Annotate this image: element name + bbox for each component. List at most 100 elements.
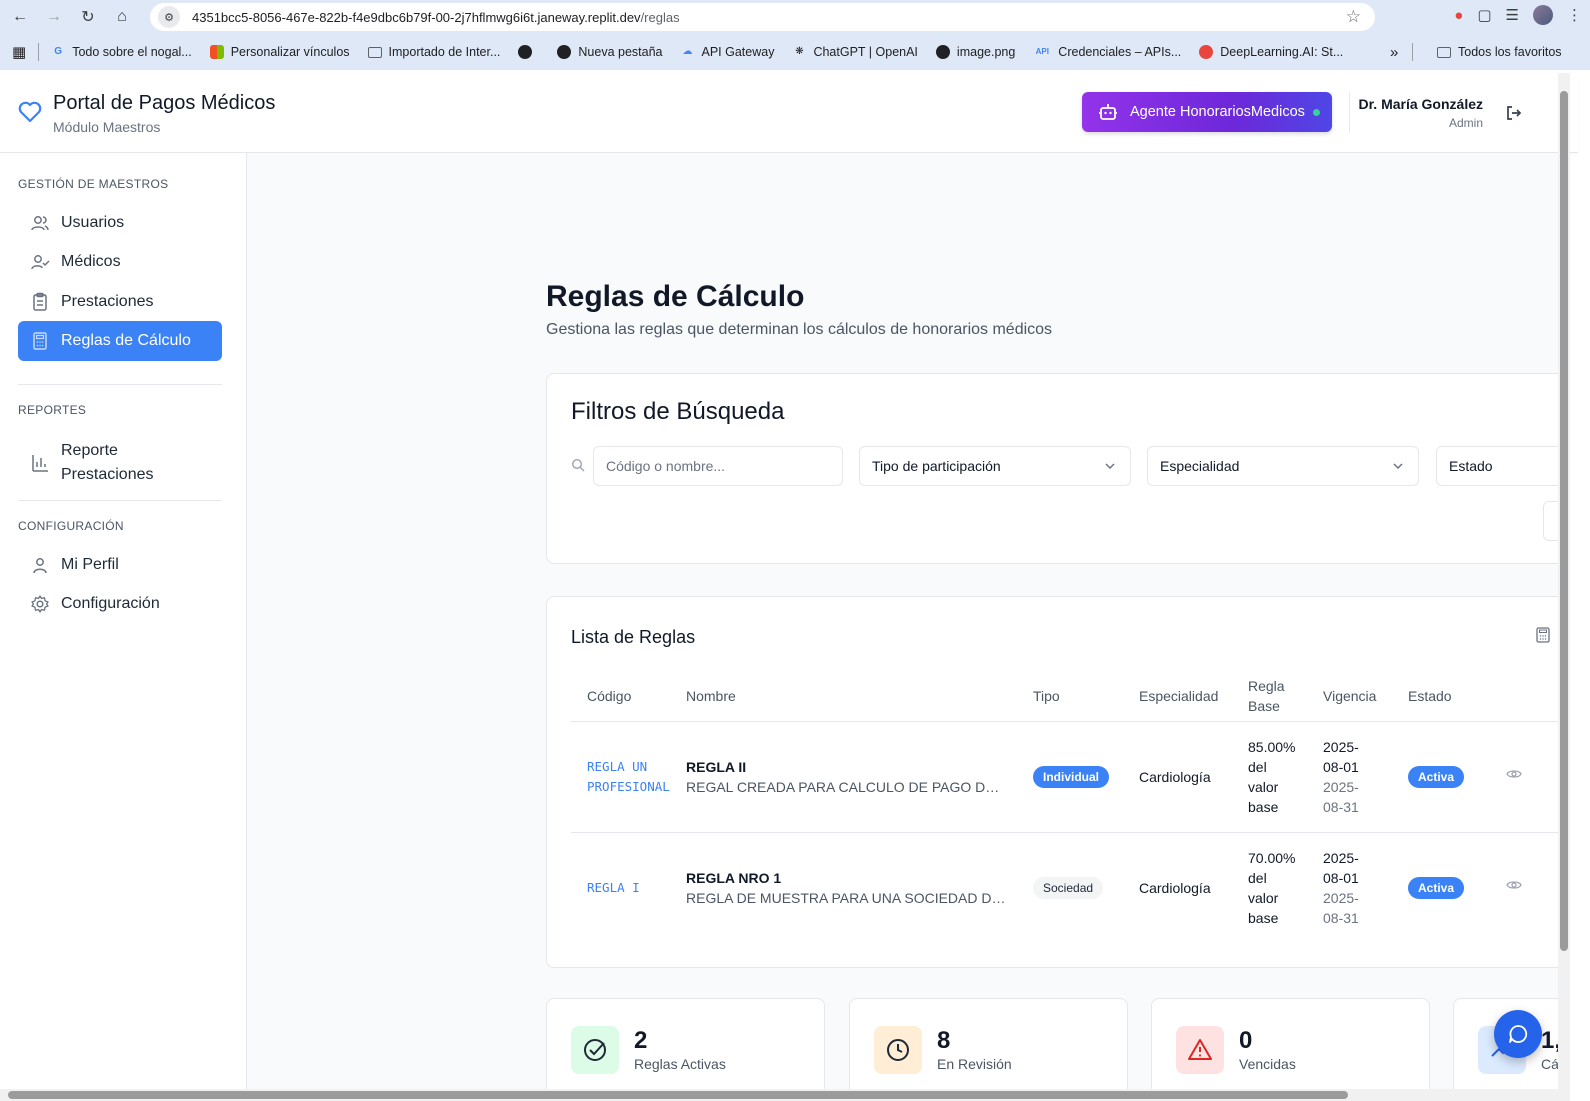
- search-icon: [571, 458, 585, 472]
- more-bookmarks-icon[interactable]: »: [1390, 44, 1398, 61]
- rule-code[interactable]: REGLA UN PROFESIONAL: [571, 721, 686, 833]
- folder-icon: [367, 46, 382, 58]
- bookmark-item[interactable]: G Todo sobre el nogal...: [51, 45, 191, 59]
- bookmark-star-icon[interactable]: ☆: [1346, 7, 1361, 27]
- rules-list-card: Lista de Reglas Código Nombre Tipo Espec…: [546, 596, 1558, 968]
- rule-code[interactable]: REGLA I: [571, 832, 686, 943]
- users-icon: [31, 216, 49, 231]
- sidebar-item-reglas[interactable]: Reglas de Cálculo: [18, 321, 222, 361]
- horizontal-scrollbar[interactable]: [0, 1089, 1558, 1101]
- chat-bubble-icon: [1509, 1025, 1528, 1043]
- globe-icon: [518, 45, 533, 59]
- rules-list-title: Lista de Reglas: [571, 627, 696, 647]
- bookmark-item[interactable]: ☁ API Gateway: [681, 45, 775, 59]
- stat-label: Reglas Activas: [634, 1056, 726, 1072]
- openai-icon: ❋: [795, 46, 804, 57]
- site-info-icon[interactable]: ⚙: [158, 6, 180, 28]
- rules-table: Código Nombre Tipo Especialidad Regla Ba…: [571, 671, 1558, 943]
- main-content: Reglas de Cálculo Gestiona las reglas qu…: [247, 153, 1558, 1101]
- tipo-badge: Individual: [1033, 765, 1110, 788]
- scrollbar-thumb[interactable]: [1560, 91, 1568, 951]
- section-title-configuracion: CONFIGURACIÓN: [18, 519, 124, 533]
- heart-logo-icon: [18, 101, 42, 123]
- bookmark-item[interactable]: Nueva pestaña: [557, 45, 663, 59]
- scrollbar-thumb[interactable]: [8, 1091, 1348, 1099]
- eye-icon[interactable]: [1506, 766, 1522, 782]
- rule-base: 85.00% del valor base: [1248, 721, 1323, 833]
- apps-grid-icon[interactable]: ▦: [12, 43, 26, 61]
- tipo-badge: Sociedad: [1033, 876, 1104, 899]
- agent-button[interactable]: Agente HonorariosMedicos: [1082, 92, 1332, 132]
- table-header-row: Código Nombre Tipo Especialidad Regla Ba…: [571, 671, 1558, 722]
- rule-especialidad: Cardiología: [1139, 879, 1211, 896]
- col-regla-base: Regla Base: [1248, 671, 1323, 722]
- agent-button-label: Agente HonorariosMedicos: [1130, 104, 1305, 120]
- bookmark-item[interactable]: DeepLearning.AI: St...: [1199, 45, 1343, 59]
- sidebar-item-medicos[interactable]: Médicos: [18, 242, 222, 282]
- extension-red-icon[interactable]: ●: [1454, 7, 1463, 24]
- rule-base: 70.00% del valor base: [1248, 849, 1296, 926]
- bookmark-item[interactable]: API Credenciales – APIs...: [1033, 45, 1182, 59]
- sidebar-divider: [18, 384, 222, 385]
- browser-menu-icon[interactable]: ⋮: [1567, 6, 1582, 24]
- api-icon: API: [1035, 47, 1049, 56]
- address-bar[interactable]: ⚙ 4351bcc5-8056-467e-822b-f4e9dbc6b79f-0…: [150, 3, 1375, 31]
- forward-icon[interactable]: →: [40, 3, 68, 31]
- logout-icon[interactable]: [1505, 104, 1523, 122]
- media-control-icon[interactable]: ☰: [1506, 6, 1519, 24]
- col-codigo: Código: [571, 671, 686, 722]
- calculator-icon: [33, 332, 47, 350]
- section-title-reportes: REPORTES: [18, 403, 87, 417]
- clear-filters-button[interactable]: [1543, 501, 1558, 541]
- sidebar-item-usuarios[interactable]: Usuarios: [18, 203, 222, 243]
- extensions-puzzle-icon[interactable]: ▢: [1477, 6, 1491, 24]
- profile-avatar[interactable]: [1533, 5, 1553, 25]
- check-circle-icon: [571, 1026, 619, 1074]
- alert-triangle-icon: [1176, 1026, 1224, 1074]
- back-icon[interactable]: ←: [6, 3, 34, 31]
- bookmark-item[interactable]: Personalizar vínculos: [209, 45, 350, 59]
- sidebar-item-prestaciones[interactable]: Prestaciones: [18, 282, 222, 322]
- bookmark-item[interactable]: image.png: [935, 45, 1015, 59]
- sidebar-item-reporte-prestaciones[interactable]: Reporte Prestaciones: [18, 437, 222, 489]
- estado-select[interactable]: Estado: [1436, 446, 1558, 486]
- url-path: /reglas: [640, 9, 680, 25]
- globe-icon: [557, 45, 572, 59]
- all-bookmarks-folder[interactable]: Todos los favoritos: [1437, 45, 1562, 59]
- table-row[interactable]: REGLA UN PROFESIONAL REGLA II REGAL CREADA…: [571, 721, 1558, 833]
- clock-icon: [874, 1026, 922, 1074]
- especialidad-select[interactable]: Especialidad: [1147, 446, 1419, 486]
- rule-name: REGLA II: [686, 758, 747, 775]
- search-input[interactable]: Código o nombre...: [593, 446, 843, 486]
- rule-vigencia: 2025- 08-01 2025- 08-31: [1323, 721, 1408, 833]
- clipboard-icon: [33, 292, 47, 311]
- status-badge: Activa: [1408, 765, 1465, 788]
- bookmark-item[interactable]: Importado de Inter...: [367, 45, 500, 59]
- col-tipo: Tipo: [1033, 671, 1139, 722]
- col-vigencia: Vigencia: [1323, 671, 1408, 722]
- stat-label: Cá: [1541, 1056, 1558, 1072]
- gear-icon: [31, 595, 49, 613]
- table-row[interactable]: REGLA I REGLA NRO 1 REGLA DE MUESTRA PARA…: [571, 832, 1558, 943]
- stat-card-activas: 2 Reglas Activas: [546, 998, 825, 1101]
- reload-icon[interactable]: ↻: [74, 3, 102, 31]
- bookmark-item[interactable]: ❋ ChatGPT | OpenAI: [792, 45, 918, 59]
- home-icon[interactable]: ⌂: [108, 3, 136, 31]
- sidebar-item-configuracion[interactable]: Configuración: [18, 584, 222, 624]
- user-check-icon: [31, 255, 50, 270]
- rule-description: REGAL CREADA PARA CALCULO DE PAGO DE UN …: [686, 778, 1006, 795]
- stat-value: 2: [634, 1027, 648, 1054]
- bookmark-item[interactable]: [518, 45, 539, 59]
- bookmarks-bar: ▦ G Todo sobre el nogal... Personalizar v…: [0, 34, 1590, 70]
- sidebar-item-mi-perfil[interactable]: Mi Perfil: [18, 545, 222, 585]
- eye-icon[interactable]: [1506, 877, 1522, 893]
- google-icon: G: [54, 46, 63, 57]
- col-nombre: Nombre: [686, 671, 1033, 722]
- vertical-scrollbar[interactable]: [1558, 73, 1570, 1101]
- rule-name: REGLA NRO 1: [686, 869, 782, 886]
- tipo-participacion-select[interactable]: Tipo de participación: [859, 446, 1131, 486]
- status-badge: Activa: [1408, 876, 1465, 899]
- user-role: Admin: [1448, 116, 1483, 130]
- chat-button[interactable]: [1494, 1010, 1542, 1058]
- robot-icon: [1099, 104, 1117, 120]
